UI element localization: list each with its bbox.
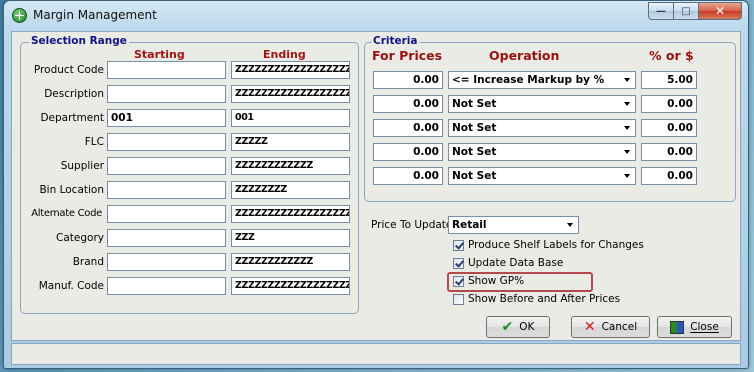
for-price-input[interactable]: 0.00 <box>373 95 443 113</box>
percent-or-dollar-header: % or $ <box>649 48 694 63</box>
checkbox-label: Show GP% <box>468 275 525 287</box>
checkbox-label: Update Data Base <box>468 257 564 269</box>
operation-value: Not Set <box>452 170 497 182</box>
starting-input[interactable] <box>107 229 226 247</box>
selection-row-label: Description <box>44 88 104 100</box>
app-icon <box>12 8 27 23</box>
ending-input[interactable]: ZZZ <box>231 229 350 247</box>
selection-row-label: FLC <box>84 136 104 148</box>
selection-row-label: Supplier <box>60 160 104 172</box>
starting-input[interactable] <box>107 85 226 103</box>
ending-input[interactable]: 001 <box>231 109 350 127</box>
checkbox-label: Show Before and After Prices <box>468 293 621 305</box>
price-to-update-value: Retail <box>452 219 487 231</box>
for-price-input[interactable]: 0.00 <box>373 71 443 89</box>
margin-management-window: Margin Management — □ ✕ Selection Range … <box>3 0 749 369</box>
operation-value: Not Set <box>452 98 497 110</box>
ok-button[interactable]: ✔ OK <box>486 316 550 338</box>
close-button[interactable]: Close <box>657 316 732 338</box>
starting-input[interactable] <box>107 61 226 79</box>
selection-range-group: Selection Range <box>20 35 359 314</box>
starting-input[interactable] <box>107 205 226 223</box>
ok-button-label: OK <box>519 321 535 333</box>
ending-column-header: Ending <box>263 48 306 61</box>
percent-or-dollar-input[interactable]: 0.00 <box>641 143 697 161</box>
price-to-update-select[interactable]: Retail <box>448 216 579 234</box>
operation-value: Not Set <box>452 146 497 158</box>
percent-or-dollar-input[interactable]: 0.00 <box>641 167 697 185</box>
cross-icon: ✕ <box>583 319 596 335</box>
starting-input[interactable] <box>107 133 226 151</box>
ending-input[interactable]: ZZZZZZZZZZZZZZZZZZZZ <box>231 61 350 79</box>
chevron-down-icon <box>624 102 630 106</box>
minimize-button[interactable]: — <box>648 2 674 20</box>
chevron-down-icon <box>624 150 630 154</box>
starting-input[interactable] <box>107 253 226 271</box>
for-price-input[interactable]: 0.00 <box>373 167 443 185</box>
cancel-button-label: Cancel <box>601 321 638 333</box>
ending-input[interactable]: ZZZZZZZZZZZZ <box>231 157 350 175</box>
operation-select[interactable]: Not Set <box>448 143 636 161</box>
cancel-button[interactable]: ✕ Cancel <box>571 316 650 338</box>
chevron-down-icon <box>624 174 630 178</box>
checkbox[interactable] <box>453 293 464 305</box>
option-checkbox-row[interactable]: Show Before and After Prices <box>453 291 620 307</box>
option-checkbox-row[interactable]: Produce Shelf Labels for Changes <box>453 237 644 253</box>
starting-input[interactable] <box>107 277 226 295</box>
selection-row-label: Bin Location <box>39 184 104 196</box>
ending-input[interactable]: ZZZZZZZZZZZZ <box>231 253 350 271</box>
price-to-update-label: Price To Update <box>371 219 453 231</box>
selection-range-legend: Selection Range <box>29 35 129 47</box>
for-price-input[interactable]: 0.00 <box>373 119 443 137</box>
window-title: Margin Management <box>33 8 157 22</box>
checkbox[interactable] <box>453 275 464 287</box>
selection-row-label: Department <box>40 112 104 124</box>
title-bar[interactable]: Margin Management — □ ✕ <box>4 1 748 31</box>
chevron-down-icon <box>567 223 573 227</box>
percent-or-dollar-input[interactable]: 0.00 <box>641 119 697 137</box>
starting-column-header: Starting <box>134 48 185 61</box>
percent-or-dollar-input[interactable]: 0.00 <box>641 95 697 113</box>
checkbox[interactable] <box>453 257 464 269</box>
for-prices-header: For Prices <box>372 48 443 63</box>
starting-input[interactable] <box>107 157 226 175</box>
operation-select[interactable]: Not Set <box>448 119 636 137</box>
chevron-down-icon <box>624 126 630 130</box>
operation-header: Operation <box>489 48 560 63</box>
for-price-input[interactable]: 0.00 <box>373 143 443 161</box>
selection-row-label: Category <box>56 232 104 244</box>
status-bar <box>11 343 741 365</box>
ending-input[interactable]: ZZZZZZZZ <box>231 181 350 199</box>
checkbox-label: Produce Shelf Labels for Changes <box>468 239 644 251</box>
checkmark-icon: ✔ <box>501 319 514 335</box>
operation-value: <= Increase Markup by % <box>452 74 605 86</box>
chevron-down-icon <box>624 78 630 82</box>
ending-input[interactable]: ZZZZZZZZZZZZZZZZZZZZ <box>231 85 350 103</box>
selection-row-label: Alternate Code <box>31 208 102 219</box>
selection-row-label: Manuf. Code <box>38 280 104 292</box>
operation-select[interactable]: Not Set <box>448 95 636 113</box>
maximize-button[interactable]: □ <box>674 2 699 20</box>
starting-input[interactable] <box>107 181 226 199</box>
criteria-legend: Criteria <box>371 35 420 47</box>
dialog-client-area: Selection Range Starting Ending Criteria… <box>11 31 741 341</box>
option-checkbox-row[interactable]: Update Data Base <box>453 255 563 271</box>
option-checkbox-row[interactable]: Show GP% <box>453 273 524 289</box>
selection-row-label: Brand <box>72 256 104 268</box>
starting-input[interactable]: 001 <box>107 109 226 127</box>
operation-select[interactable]: <= Increase Markup by % <box>448 71 636 89</box>
close-window-button[interactable]: ✕ <box>699 2 742 20</box>
close-button-label: Close <box>690 321 719 333</box>
exit-door-icon <box>670 320 685 334</box>
ending-input[interactable]: ZZZZZZZZZZZZZZZZZZZZ <box>231 277 350 295</box>
operation-value: Not Set <box>452 122 497 134</box>
ending-input[interactable]: ZZZZZZZZZZZZZZZZZZZZ <box>231 205 350 223</box>
checkbox[interactable] <box>453 239 464 251</box>
operation-select[interactable]: Not Set <box>448 167 636 185</box>
percent-or-dollar-input[interactable]: 5.00 <box>641 71 697 89</box>
ending-input[interactable]: ZZZZZ <box>231 133 350 151</box>
selection-row-label: Product Code <box>33 64 104 76</box>
